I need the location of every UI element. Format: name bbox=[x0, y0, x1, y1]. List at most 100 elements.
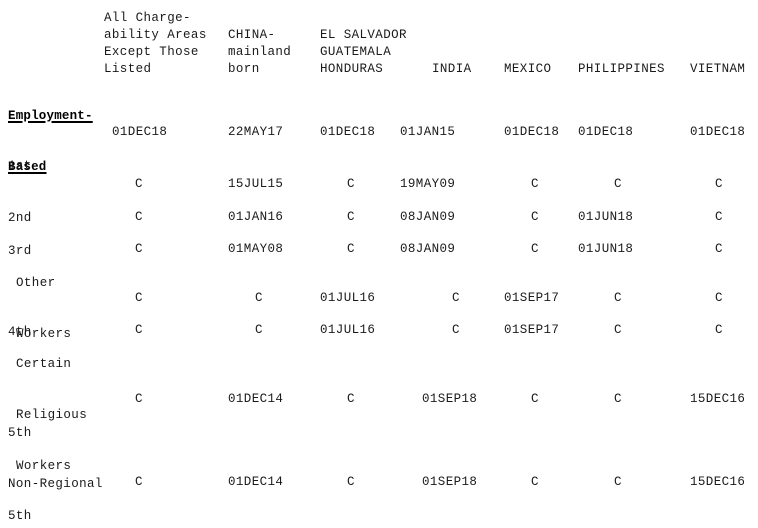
cell-religious-workers-mexico: 01SEP17 bbox=[504, 322, 559, 339]
cell-5th-nonregional-vietnam: 15DEC16 bbox=[690, 391, 745, 408]
header-line: INDIA bbox=[432, 62, 472, 76]
header-line: MEXICO bbox=[504, 62, 552, 76]
cell-5th-regional-vietnam: 15DEC16 bbox=[690, 474, 745, 491]
cell-4th-el-salvador: 01JUL16 bbox=[320, 290, 375, 307]
cell-value: 08JAN09 bbox=[400, 242, 456, 256]
cell-value: 01DEC18 bbox=[690, 125, 746, 139]
cell-value: C bbox=[531, 242, 539, 256]
cell-value: 01JAN15 bbox=[400, 125, 456, 139]
column-header-all-chargeability-line2: ability Areas bbox=[104, 27, 207, 44]
cell-2nd-philippines: C bbox=[598, 176, 638, 193]
cell-value: C bbox=[135, 291, 143, 305]
cell-value: 01JUN18 bbox=[578, 242, 634, 256]
cell-value: 15JUL15 bbox=[228, 177, 284, 191]
cell-value: C bbox=[614, 475, 622, 489]
header-line: PHILIPPINES bbox=[578, 62, 665, 76]
header-line: Listed bbox=[104, 62, 152, 76]
cell-value: 01DEC18 bbox=[112, 125, 168, 139]
cell-value: 01DEC14 bbox=[228, 392, 284, 406]
section-title-line1: Employment- bbox=[8, 109, 93, 123]
cell-value: C bbox=[347, 210, 355, 224]
cell-value: C bbox=[255, 291, 263, 305]
cell-value: C bbox=[347, 242, 355, 256]
cell-other-workers-india: 08JAN09 bbox=[400, 241, 455, 258]
header-line: Except Those bbox=[104, 45, 199, 59]
cell-3rd-philippines: 01JUN18 bbox=[578, 209, 633, 226]
cell-3rd-el-salvador: C bbox=[331, 209, 371, 226]
cell-other-workers-mexico: C bbox=[515, 241, 555, 258]
row-label-text: Certain bbox=[16, 357, 72, 371]
cell-5th-nonregional-all-chargeability: C bbox=[119, 391, 159, 408]
cell-5th-nonregional-china: 01DEC14 bbox=[228, 391, 283, 408]
cell-value: C bbox=[452, 291, 460, 305]
column-header-philippines: PHILIPPINES bbox=[578, 61, 665, 78]
header-line: mainland bbox=[228, 45, 292, 59]
cell-value: 01SEP17 bbox=[504, 323, 560, 337]
column-header-china-line2: CHINA- bbox=[228, 27, 275, 44]
cell-value: 01DEC18 bbox=[320, 125, 376, 139]
cell-religious-workers-all-chargeability: C bbox=[119, 322, 159, 339]
cell-value: C bbox=[715, 210, 723, 224]
cell-5th-nonregional-mexico: C bbox=[515, 391, 555, 408]
cell-value: C bbox=[531, 475, 539, 489]
cell-3rd-all-chargeability: C bbox=[119, 209, 159, 226]
cell-other-workers-all-chargeability: C bbox=[119, 241, 159, 258]
cell-4th-india: C bbox=[436, 290, 476, 307]
column-header-all-chargeability: All Charge- bbox=[104, 10, 191, 27]
cell-value: C bbox=[347, 177, 355, 191]
header-line: CHINA- bbox=[228, 28, 276, 42]
cell-5th-regional-philippines: C bbox=[598, 474, 638, 491]
cell-4th-philippines: C bbox=[598, 290, 638, 307]
cell-1st-philippines: 01DEC18 bbox=[578, 124, 633, 141]
row-label-text: 5th bbox=[8, 426, 32, 440]
cell-value: C bbox=[135, 210, 143, 224]
cell-value: C bbox=[135, 392, 143, 406]
cell-1st-vietnam: 01DEC18 bbox=[690, 124, 745, 141]
cell-value: C bbox=[614, 323, 622, 337]
cell-value: 08JAN09 bbox=[400, 210, 456, 224]
cell-3rd-china: 01JAN16 bbox=[228, 209, 283, 226]
cell-value: C bbox=[715, 177, 723, 191]
cell-value: 01JAN16 bbox=[228, 210, 284, 224]
cell-value: 01SEP18 bbox=[422, 392, 478, 406]
cell-1st-china: 22MAY17 bbox=[228, 124, 283, 141]
cell-5th-regional-china: 01DEC14 bbox=[228, 474, 283, 491]
header-line: HONDURAS bbox=[320, 62, 384, 76]
column-header-all-chargeability-line4: Listed bbox=[104, 61, 151, 78]
column-header-guatemala-line3: GUATEMALA bbox=[320, 44, 391, 61]
cell-value: C bbox=[135, 475, 143, 489]
cell-religious-workers-vietnam: C bbox=[699, 322, 739, 339]
cell-value: C bbox=[255, 323, 263, 337]
cell-value: C bbox=[347, 475, 355, 489]
visa-bulletin-table-page: All Charge- ability Areas Except Those L… bbox=[0, 0, 758, 528]
cell-value: 15DEC16 bbox=[690, 392, 746, 406]
header-line: born bbox=[228, 62, 260, 76]
cell-other-workers-el-salvador: C bbox=[331, 241, 371, 258]
cell-5th-regional-mexico: C bbox=[515, 474, 555, 491]
cell-2nd-el-salvador: C bbox=[331, 176, 371, 193]
cell-religious-workers-china: C bbox=[239, 322, 279, 339]
cell-1st-all-chargeability: 01DEC18 bbox=[112, 124, 167, 141]
cell-value: 01SEP18 bbox=[422, 475, 478, 489]
cell-3rd-vietnam: C bbox=[699, 209, 739, 226]
cell-4th-all-chargeability: C bbox=[119, 290, 159, 307]
cell-other-workers-vietnam: C bbox=[699, 241, 739, 258]
cell-other-workers-china: 01MAY08 bbox=[228, 241, 283, 258]
cell-value: C bbox=[614, 177, 622, 191]
row-label-text: 1st bbox=[8, 159, 32, 173]
cell-5th-regional-india: 01SEP18 bbox=[422, 474, 477, 491]
cell-religious-workers-philippines: C bbox=[598, 322, 638, 339]
cell-value: 22MAY17 bbox=[228, 125, 284, 139]
column-header-mexico: MEXICO bbox=[504, 61, 551, 78]
cell-value: C bbox=[135, 177, 143, 191]
cell-2nd-all-chargeability: C bbox=[119, 176, 159, 193]
cell-4th-mexico: 01SEP17 bbox=[504, 290, 559, 307]
header-line: VIETNAM bbox=[690, 62, 746, 76]
cell-4th-vietnam: C bbox=[699, 290, 739, 307]
cell-religious-workers-india: C bbox=[436, 322, 476, 339]
cell-value: C bbox=[531, 392, 539, 406]
column-header-india: INDIA bbox=[432, 61, 472, 78]
column-header-el-salvador-line2: EL SALVADOR bbox=[320, 27, 407, 44]
column-header-china-line4: born bbox=[228, 61, 260, 78]
cell-value: C bbox=[715, 242, 723, 256]
